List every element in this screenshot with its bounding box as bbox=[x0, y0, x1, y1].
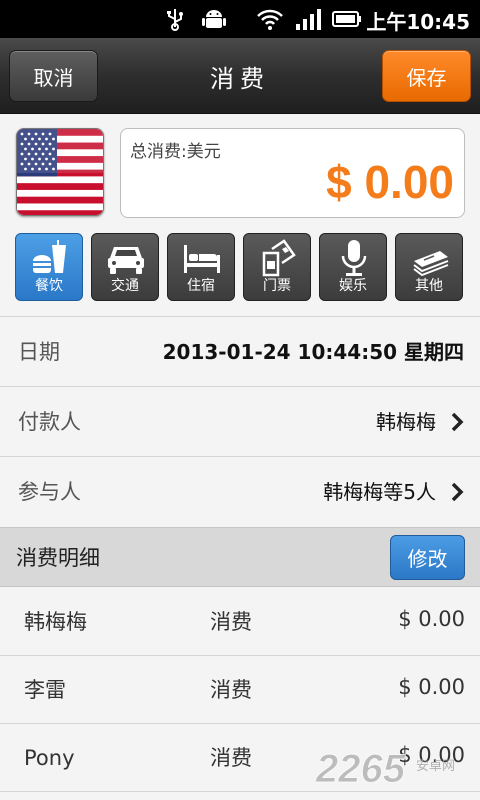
save-button[interactable]: 保存 bbox=[382, 50, 471, 102]
category-label: 餐饮 bbox=[35, 278, 63, 294]
detail-row[interactable]: 李雷 消费 $ 0.00 bbox=[0, 656, 480, 724]
detail-row[interactable]: 韩梅梅 消费 $ 0.00 bbox=[0, 588, 480, 656]
wifi-icon bbox=[257, 9, 283, 30]
status-time: 上午10:45 bbox=[366, 10, 470, 34]
category-label: 门票 bbox=[263, 278, 291, 294]
category-bar: 餐饮 交通 住宿 门票 娱乐 其他 bbox=[15, 233, 467, 301]
bed-icon bbox=[184, 245, 220, 273]
category-label: 娱乐 bbox=[339, 278, 367, 294]
svg-text:2265: 2265 bbox=[316, 747, 406, 791]
date-row[interactable]: 日期 2013-01-24 10:44:50 星期四 bbox=[0, 316, 480, 386]
date-value: 2013-01-24 10:44:50 星期四 bbox=[162, 340, 464, 364]
detail-person: 韩梅梅 bbox=[24, 610, 87, 634]
payer-row[interactable]: 付款人 韩梅梅 bbox=[0, 386, 480, 456]
details-header: 消费明细 修改 bbox=[0, 527, 480, 587]
detail-type: 消费 bbox=[210, 678, 252, 702]
edit-button[interactable]: 修改 bbox=[390, 535, 465, 580]
detail-amount: $ 0.00 bbox=[398, 607, 465, 631]
payer-label: 付款人 bbox=[18, 410, 81, 434]
date-label: 日期 bbox=[18, 340, 60, 364]
money-icon bbox=[413, 251, 449, 277]
chevron-right-icon bbox=[451, 412, 464, 432]
detail-person: Pony bbox=[24, 746, 75, 770]
category-label: 住宿 bbox=[187, 278, 215, 294]
total-currency-label: 总消费:美元 bbox=[130, 142, 221, 162]
category-entertainment[interactable]: 娱乐 bbox=[319, 233, 387, 301]
details-title: 消费明细 bbox=[16, 546, 100, 570]
signal-icon bbox=[296, 9, 321, 30]
detail-person: 李雷 bbox=[24, 678, 66, 702]
payer-value: 韩梅梅 bbox=[376, 410, 436, 434]
detail-type: 消费 bbox=[210, 746, 252, 770]
toolbar: 取消 消费 保存 bbox=[0, 38, 480, 114]
detail-amount: $ 0.00 bbox=[398, 675, 465, 699]
microphone-icon bbox=[341, 240, 367, 276]
food-icon bbox=[33, 240, 66, 273]
android-icon bbox=[202, 10, 226, 28]
total-display[interactable]: 总消费:美元 $ 0.00 bbox=[120, 128, 465, 218]
category-label: 交通 bbox=[111, 278, 139, 294]
us-flag-icon[interactable] bbox=[16, 128, 104, 216]
category-ticket[interactable]: 门票 bbox=[243, 233, 311, 301]
cancel-button[interactable]: 取消 bbox=[9, 50, 98, 102]
category-other[interactable]: 其他 bbox=[395, 233, 463, 301]
status-bar: 上午10:45 bbox=[0, 0, 480, 38]
svg-text:安卓网: 安卓网 bbox=[416, 759, 455, 774]
car-icon bbox=[108, 247, 144, 274]
detail-type: 消费 bbox=[210, 610, 252, 634]
ticket-icon bbox=[262, 239, 296, 277]
category-transport[interactable]: 交通 bbox=[91, 233, 159, 301]
battery-icon bbox=[332, 11, 361, 27]
category-label: 其他 bbox=[415, 278, 443, 294]
usb-icon bbox=[167, 9, 183, 31]
participants-row[interactable]: 参与人 韩梅梅等5人 bbox=[0, 456, 480, 526]
watermark-logo: 2265 安卓网 bbox=[316, 747, 455, 792]
total-amount: $ 0.00 bbox=[326, 156, 454, 208]
category-lodging[interactable]: 住宿 bbox=[167, 233, 235, 301]
participants-label: 参与人 bbox=[18, 480, 81, 504]
participants-value: 韩梅梅等5人 bbox=[323, 480, 436, 504]
chevron-right-icon bbox=[451, 482, 464, 502]
category-food[interactable]: 餐饮 bbox=[15, 233, 83, 301]
